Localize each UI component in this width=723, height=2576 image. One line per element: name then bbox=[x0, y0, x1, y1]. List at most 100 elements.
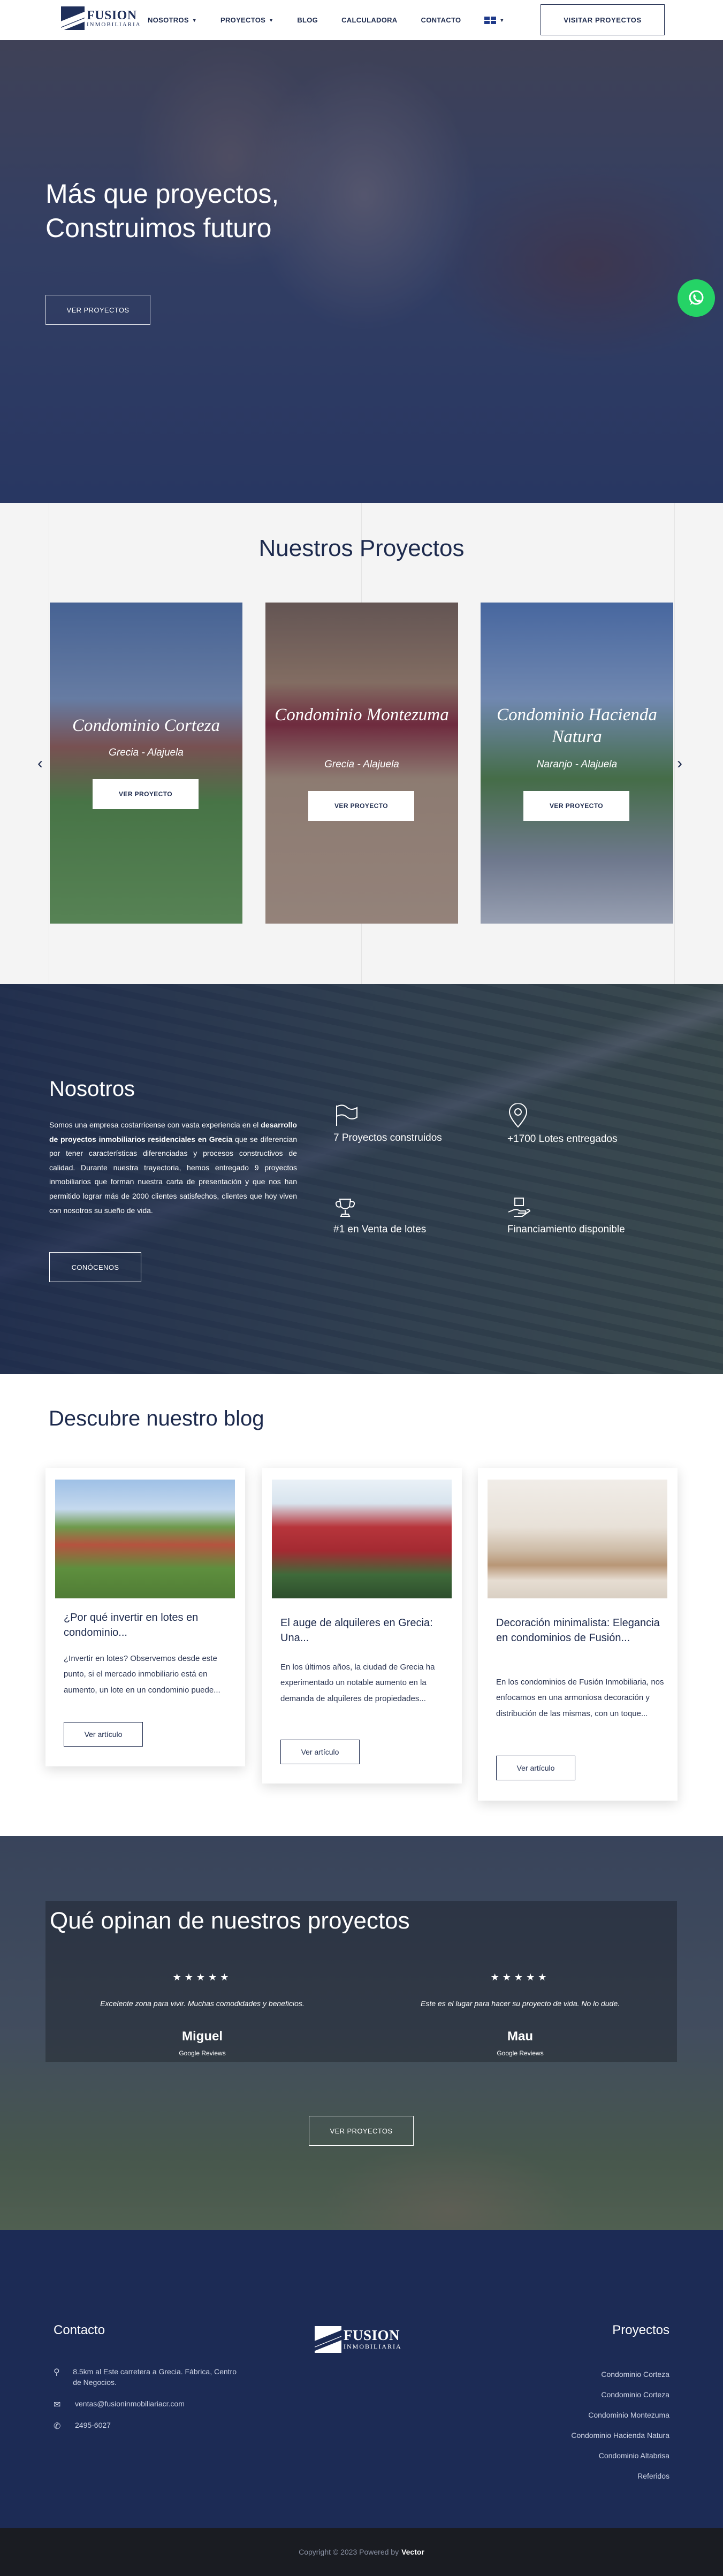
email-icon: ✉ bbox=[54, 2400, 61, 2410]
trophy-icon bbox=[335, 1199, 355, 1217]
footer-logo[interactable]: FUSION INMOBILIARIA bbox=[315, 2326, 402, 2353]
review-item: ★★★★★ Excelente zona para vivir. Muchas … bbox=[69, 1972, 336, 2057]
menu-item-label: NOSOTROS bbox=[148, 16, 189, 24]
blog-post-excerpt: En los últimos años, la ciudad de Grecia… bbox=[280, 1663, 435, 1703]
stat-label: Financiamiento disponible bbox=[507, 1224, 625, 1235]
project-card-location: Naranjo - Alajuela bbox=[536, 759, 618, 770]
review-quote: Excelente zona para vivir. Muchas comodi… bbox=[100, 1999, 305, 2008]
stat-lots: +1700 Lotes entregados bbox=[507, 1103, 617, 1145]
project-card[interactable]: Condominio Montezuma Grecia - Alajuela V… bbox=[265, 603, 458, 924]
main-menu: NOSOTROS ▼ PROYECTOS ▼ BLOG CALCULADORA CO… bbox=[148, 0, 528, 40]
menu-item-contacto[interactable]: CONTACTO bbox=[421, 16, 461, 24]
footer-referrals-link[interactable]: Referidos bbox=[637, 2472, 669, 2480]
chevron-down-icon: ▼ bbox=[499, 17, 505, 23]
project-card[interactable]: Condominio Hacienda Natura Naranjo - Ala… bbox=[481, 603, 673, 924]
hero-title-line2: Construimos futuro bbox=[45, 213, 272, 243]
footer: Contacto ⚲ 8.5km al Este carretera a Gre… bbox=[0, 2230, 723, 2528]
project-card-title: Condominio Hacienda Natura bbox=[497, 705, 657, 747]
footer-project-link[interactable]: Condominio Corteza bbox=[601, 2370, 669, 2379]
logo[interactable]: FUSION INMOBILIARIA bbox=[61, 6, 141, 30]
review-quote: Este es el lugar para hacer su proyecto … bbox=[421, 1999, 620, 2008]
view-project-button[interactable]: VER PROYECTO bbox=[308, 791, 414, 821]
blog-card[interactable]: ¿Por qué invertir en lotes en condominio… bbox=[45, 1468, 245, 1766]
hero-title-line1: Más que proyectos, bbox=[45, 179, 279, 209]
blog-post-title: ¿Por qué invertir en lotes en condominio… bbox=[64, 1612, 199, 1638]
about-us-button[interactable]: CONÓCENOS bbox=[49, 1252, 141, 1282]
carousel-prev-arrow-icon[interactable]: ‹ bbox=[37, 754, 43, 773]
chevron-down-icon: ▼ bbox=[269, 17, 274, 23]
menu-item-proyectos[interactable]: PROYECTOS ▼ bbox=[220, 16, 273, 24]
review-item: ★★★★★ Este es el lugar para hacer su pro… bbox=[386, 1972, 654, 2057]
stat-projects: 7 Proyectos construidos bbox=[333, 1103, 442, 1144]
about-section: Nosotros Somos una empresa costarricense… bbox=[0, 984, 723, 1374]
menu-item-blog[interactable]: BLOG bbox=[297, 16, 318, 24]
stat-label: 7 Proyectos construidos bbox=[333, 1132, 442, 1144]
review-source: Google Reviews bbox=[179, 2049, 226, 2057]
whatsapp-icon bbox=[689, 290, 704, 305]
footer-logo-line2: INMOBILIARIA bbox=[344, 2343, 402, 2350]
footer-project-link[interactable]: Condominio Montezuma bbox=[588, 2411, 669, 2419]
stat-sales: #1 en Venta de lotes bbox=[333, 1197, 426, 1236]
read-article-button[interactable]: Ver artículo bbox=[280, 1740, 360, 1764]
footer-project-link[interactable]: Condominio Hacienda Natura bbox=[571, 2431, 669, 2440]
read-article-button[interactable]: Ver artículo bbox=[496, 1756, 575, 1780]
visit-projects-button[interactable]: VISITAR PROYECTOS bbox=[541, 4, 665, 35]
footer-phone[interactable]: ✆ 2495-6027 bbox=[54, 2421, 111, 2432]
powered-by-link[interactable]: Vector bbox=[401, 2548, 424, 2556]
blog-image bbox=[55, 1480, 235, 1598]
project-card[interactable]: Condominio Corteza Grecia - Alajuela VER… bbox=[50, 603, 242, 924]
menu-item-label: BLOG bbox=[297, 16, 318, 24]
logo-line1: FUSION bbox=[87, 8, 137, 22]
blog-card[interactable]: Decoración minimalista: Elegancia en con… bbox=[478, 1468, 678, 1801]
footer-project-link[interactable]: Condominio Altabrisa bbox=[599, 2451, 669, 2460]
whatsapp-button[interactable] bbox=[678, 279, 715, 317]
project-card-location: Grecia - Alajuela bbox=[109, 747, 184, 758]
menu-item-nosotros[interactable]: NOSOTROS ▼ bbox=[148, 16, 197, 24]
footer-project-link[interactable]: Condominio Corteza bbox=[601, 2390, 669, 2399]
menu-item-label: CONTACTO bbox=[421, 16, 461, 24]
blog-post-title: El auge de alquileres en Grecia: Una... bbox=[280, 1617, 433, 1644]
menu-item-label: CALCULADORA bbox=[341, 16, 398, 24]
about-text: Somos una empresa costarricense con vast… bbox=[49, 1121, 297, 1215]
blog-image bbox=[272, 1480, 452, 1598]
location-pin-icon bbox=[508, 1103, 528, 1128]
blog-card[interactable]: El auge de alquileres en Grecia: Una... … bbox=[262, 1468, 462, 1784]
flag-icon bbox=[336, 1104, 357, 1126]
project-card-title: Condominio Montezuma bbox=[275, 705, 449, 725]
reviews-title: Qué opinan de nuestros proyectos bbox=[50, 1908, 410, 1934]
reviews-view-projects-button[interactable]: VER PROYECTOS bbox=[309, 2116, 414, 2146]
projects-title: Nuestros Proyectos bbox=[258, 535, 465, 561]
blog-post-title: Decoración minimalista: Elegancia en con… bbox=[496, 1617, 660, 1644]
carousel-next-arrow-icon[interactable]: › bbox=[677, 754, 682, 773]
blog-post-excerpt: En los condominios de Fusión Inmobiliari… bbox=[496, 1678, 664, 1718]
review-source: Google Reviews bbox=[497, 2049, 544, 2057]
read-article-button[interactable]: Ver artículo bbox=[64, 1722, 143, 1747]
footer-contact-title: Contacto bbox=[54, 2323, 105, 2337]
review-author: Mau bbox=[507, 2029, 533, 2044]
logo-mark-icon bbox=[315, 2326, 341, 2353]
hand-money-icon bbox=[508, 1198, 531, 1217]
view-project-button[interactable]: VER PROYECTO bbox=[523, 791, 629, 821]
hero-view-projects-button[interactable]: VER PROYECTOS bbox=[45, 295, 150, 325]
location-pin-icon: ⚲ bbox=[54, 2368, 60, 2377]
chevron-down-icon: ▼ bbox=[192, 17, 197, 23]
reviews-section: Qué opinan de nuestros proyectos ★★★★★ E… bbox=[0, 1836, 723, 2230]
language-selector[interactable]: ▼ bbox=[484, 16, 505, 24]
footer-email[interactable]: ✉ ventas@fusioninmobiliariacr.com bbox=[54, 2399, 185, 2410]
stat-financing: Financiamiento disponible bbox=[507, 1197, 625, 1236]
blog-title: Descubre nuestro blog bbox=[49, 1407, 264, 1430]
logo-mark-icon bbox=[61, 6, 85, 30]
blog-image bbox=[488, 1480, 667, 1598]
hero-title: Más que proyectos, Construimos futuro bbox=[45, 177, 279, 245]
menu-item-label: PROYECTOS bbox=[220, 16, 266, 24]
logo-line2: INMOBILIARIA bbox=[87, 21, 141, 28]
about-title: Nosotros bbox=[49, 1077, 135, 1101]
review-author: Miguel bbox=[182, 2029, 223, 2044]
view-project-button[interactable]: VER PROYECTO bbox=[93, 779, 199, 809]
top-nav: FUSION INMOBILIARIA NOSOTROS ▼ PROYECTOS ▼… bbox=[0, 0, 723, 40]
stars-icon: ★★★★★ bbox=[490, 1972, 550, 1983]
projects-section: Nuestros Proyectos ‹ › Condominio Cortez… bbox=[0, 503, 723, 984]
stars-icon: ★★★★★ bbox=[172, 1972, 232, 1983]
footer-logo-line1: FUSION bbox=[344, 2327, 400, 2343]
menu-item-calculadora[interactable]: CALCULADORA bbox=[341, 16, 397, 24]
